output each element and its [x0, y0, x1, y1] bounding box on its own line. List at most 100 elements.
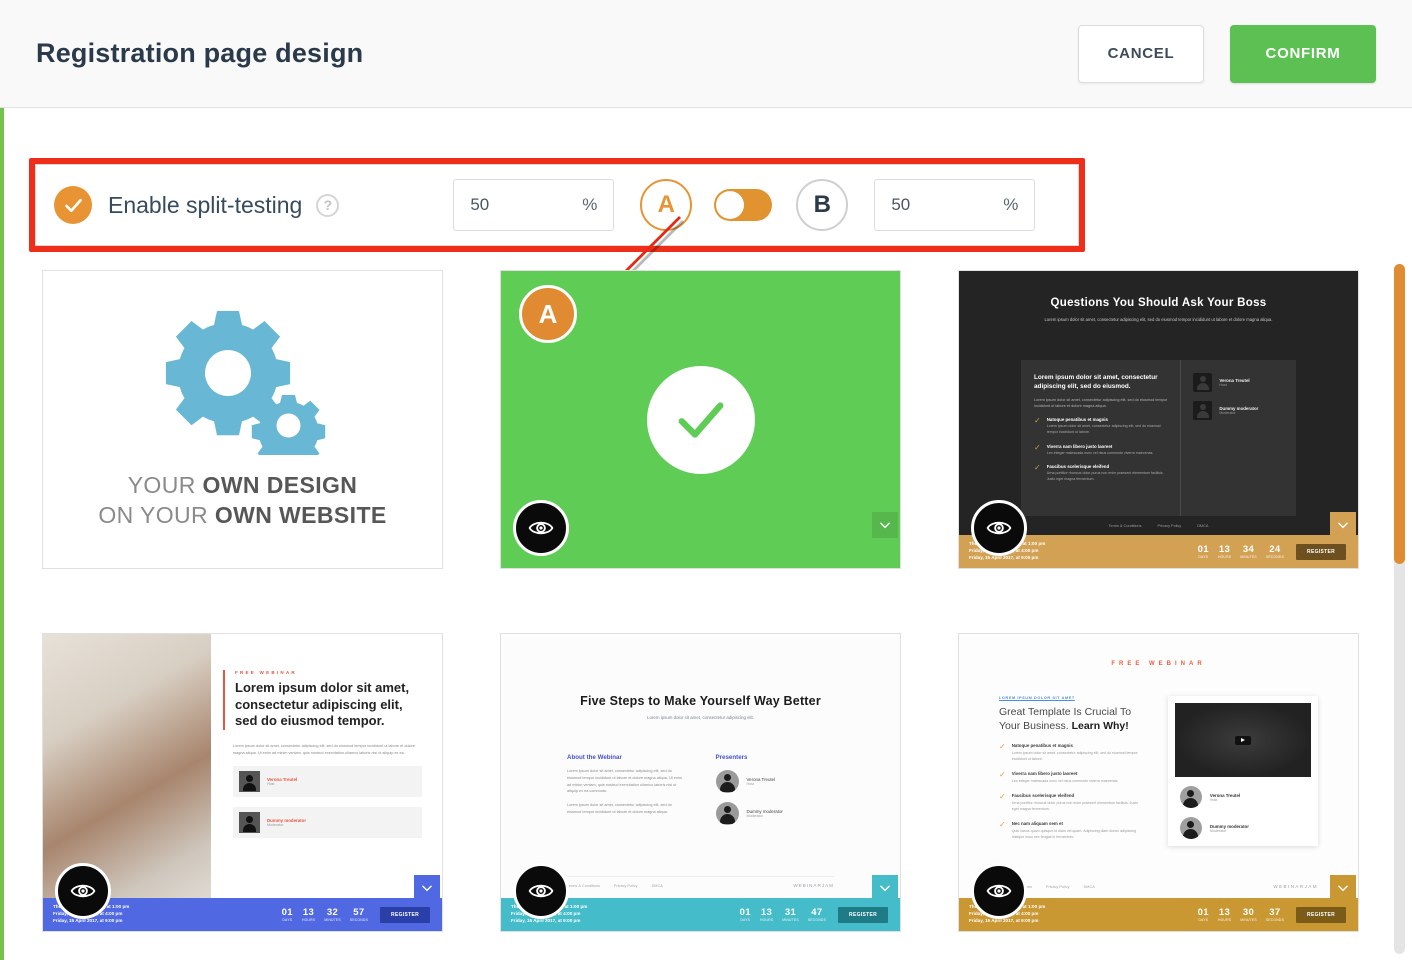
preview-eye-button[interactable]	[55, 863, 111, 919]
steps-subtitle: Lorem ipsum dolor sit amet, consectetur …	[501, 708, 900, 720]
register-button[interactable]: REGISTER	[1296, 544, 1346, 560]
eye-icon	[986, 878, 1012, 904]
countdown-days: 01	[1198, 544, 1209, 555]
template-card-questions-boss[interactable]: Questions You Should Ask Your Boss Lorem…	[958, 270, 1359, 569]
register-button[interactable]: REGISTER	[1296, 907, 1346, 923]
page-scrollbar-thumb[interactable]	[1394, 264, 1405, 564]
template-card-insane-tips[interactable]: Insane 10 Tips That Will Give You Way Co…	[500, 270, 901, 569]
countdown-hours-label: HOURS	[1218, 555, 1231, 559]
presenter-role: Host	[1210, 798, 1240, 802]
countdown-minutes-label: MINUTES	[1240, 918, 1257, 922]
enable-split-testing-checkbox[interactable]	[54, 186, 92, 224]
presenter-row: Dummy moderator Moderator	[1175, 808, 1311, 839]
percent-sign-b: %	[1003, 195, 1018, 215]
page-scrollbar-track[interactable]	[1394, 264, 1405, 954]
preview-eye-button[interactable]	[971, 500, 1027, 556]
link-privacy[interactable]: Privacy Policy	[1046, 885, 1070, 889]
brand-logo: WEBINARJAM	[1273, 884, 1318, 889]
countdown-hours: 13	[760, 907, 773, 918]
check-icon: ✓	[999, 821, 1006, 840]
link-privacy[interactable]: Privacy Policy	[614, 884, 638, 888]
presenter-row: Dummy moderator Moderator	[1193, 401, 1286, 429]
template-card-own-design[interactable]: YOUR OWN DESIGN ON YOUR OWN WEBSITE	[42, 270, 443, 569]
brand-logo: WEBINARJAM	[793, 883, 834, 888]
panel-title: Lorem ipsum dolor sit amet, consectetur …	[1034, 373, 1168, 392]
template-card-great-template[interactable]: FREE WEBINAR LOREM IPSUM DOLOR SIT AMET …	[958, 633, 1359, 932]
countdown-hours: 13	[1218, 907, 1231, 918]
split-testing-label: Enable split-testing	[108, 192, 302, 219]
left-accent-bar	[0, 0, 4, 960]
presenter-row: Verona Treutel Host	[1193, 373, 1286, 401]
checkmark-icon	[672, 391, 730, 449]
variant-b-percent-input[interactable]: 50 %	[874, 179, 1035, 231]
card-expand-button[interactable]	[872, 512, 898, 538]
avatar	[1193, 401, 1212, 420]
link-dmca[interactable]: DMCA	[652, 884, 663, 888]
play-icon	[1235, 736, 1251, 745]
preview-eye-button[interactable]	[513, 500, 569, 556]
lorem-title: Lorem ipsum dolor sit amet, consectetur …	[235, 675, 422, 730]
cancel-button[interactable]: CANCEL	[1078, 25, 1204, 83]
template-card-five-steps[interactable]: Five Steps to Make Yourself Way Better L…	[500, 633, 901, 932]
link-terms[interactable]: Terms & Conditions	[1109, 524, 1142, 528]
countdown-minutes: 31	[782, 907, 799, 918]
link-terms[interactable]: Terms & Conditions	[567, 884, 600, 888]
preview-eye-button[interactable]	[513, 863, 569, 919]
great-footer-links: Terms & Conditions Privacy Policy DMCA W…	[999, 884, 1318, 889]
presenter-row: Verona Treutel Host	[1175, 777, 1311, 808]
panel-text: Lorem ipsum dolor sit amet, consectetur …	[1034, 392, 1168, 410]
chevron-down-icon	[420, 881, 434, 895]
variant-b-badge[interactable]: B	[796, 179, 848, 231]
card-expand-button[interactable]	[1330, 512, 1356, 538]
card-expand-button[interactable]	[414, 875, 440, 901]
avatar	[1180, 817, 1202, 839]
bullet-text: Lorem ipsum dolor sit amet, consectetur …	[1047, 422, 1169, 436]
link-dmca[interactable]: DMCA	[1197, 524, 1208, 528]
own-design-line-1-bold: OWN DESIGN	[203, 472, 358, 498]
presenter-row: Dummy moderator Moderator	[233, 807, 422, 838]
preview-eye-button[interactable]	[971, 863, 1027, 919]
variant-b-percent-value: 50	[891, 195, 910, 215]
chevron-down-icon	[878, 518, 892, 532]
variant-a-badge[interactable]: A	[640, 179, 692, 231]
own-design-preview: YOUR OWN DESIGN ON YOUR OWN WEBSITE	[43, 271, 442, 568]
date-line: Friday, 15 April 2017, at 9:00 pm	[53, 918, 129, 925]
countdown-hours-label: HOURS	[1218, 918, 1231, 922]
dialog-header: Registration page design CANCEL CONFIRM	[0, 0, 1412, 108]
confirm-button[interactable]: CONFIRM	[1230, 25, 1376, 83]
video-placeholder[interactable]	[1175, 703, 1311, 777]
eye-icon	[528, 878, 554, 904]
dark-panel-right: Verona Treutel Host Dummy moderator Mode…	[1181, 360, 1296, 516]
register-button[interactable]: REGISTER	[838, 907, 888, 923]
check-icon: ✓	[999, 793, 1006, 812]
question-mark-icon[interactable]: ?	[316, 194, 339, 217]
card-expand-button[interactable]	[872, 875, 898, 901]
percent-sign-a: %	[582, 195, 597, 215]
countdown-seconds-label: SECONDS	[1266, 555, 1284, 559]
variant-a-card-badge: A	[519, 285, 577, 343]
countdown-timer: 01DAYS 13HOURS 32MINUTES 57SECONDS	[282, 907, 368, 922]
link-privacy[interactable]: Privacy Policy	[1158, 524, 1182, 528]
variant-a-percent-input[interactable]: 50 %	[453, 179, 614, 231]
countdown-minutes: 30	[1240, 907, 1257, 918]
check-icon: ✓	[1034, 464, 1041, 483]
bullet-text: Urna porttitor rhoncus dolor purus non e…	[1012, 798, 1142, 812]
check-icon: ✓	[999, 771, 1006, 784]
register-button[interactable]: REGISTER	[380, 907, 430, 923]
countdown-seconds: 57	[350, 907, 368, 918]
card-expand-button[interactable]	[1330, 875, 1356, 901]
countdown-timer: 01DAYS 13HOURS 30MINUTES 37SECONDS	[1198, 907, 1284, 922]
avatar	[716, 770, 739, 793]
countdown-hours: 13	[1218, 544, 1231, 555]
link-dmca[interactable]: DMCA	[1084, 885, 1095, 889]
eye-icon	[986, 515, 1012, 541]
bullet-item: ✓ Natoque penatibus et magnis Lorem ipsu…	[999, 734, 1142, 762]
ab-variant-toggle[interactable]	[714, 189, 772, 221]
presenter-role: Host	[747, 782, 776, 786]
about-paragraph-1: Lorem ipsum dolor sit amet, consectetur …	[567, 761, 686, 795]
template-card-lorem-photo[interactable]: FREE WEBINAR Lorem ipsum dolor sit amet,…	[42, 633, 443, 932]
great-title-bold: Learn Why!	[1072, 720, 1129, 732]
presenters-column: Presenters Verona Treutel Host Dummy mod…	[716, 754, 835, 825]
dark-panel: Lorem ipsum dolor sit amet, consectetur …	[1021, 360, 1296, 516]
presenter-name: Dummy moderator	[1210, 824, 1249, 829]
